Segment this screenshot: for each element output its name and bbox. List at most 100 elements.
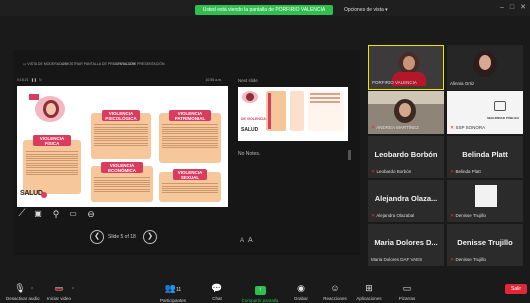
salud-logo: SALUD (20, 190, 43, 204)
thumb-card (290, 91, 304, 131)
share-screen-label: Compartir pantalla (241, 298, 279, 303)
name-tile[interactable]: Leobardo Borbón ✕ Leobardo Borbón (368, 136, 444, 178)
previous-slide-button[interactable]: ❮ (90, 230, 104, 244)
font-increase-icon[interactable]: A (248, 237, 253, 244)
participant-name: PORFIRIO VALENCIA (372, 80, 417, 85)
video-tile[interactable]: SEGURIDAD PÚBLICA ✕ SSP SONORA (447, 91, 523, 134)
next-slide-label: Next slide (238, 78, 258, 83)
woman-illustration (29, 93, 71, 125)
participants-label: Participantes (159, 298, 186, 303)
subtitle-icon[interactable]: ▭ (68, 209, 78, 219)
share-screen-button[interactable]: ↑ Compartir pantalla (236, 283, 284, 303)
view-options-label: Opciones de vista (344, 7, 384, 13)
leave-button[interactable]: Salir (505, 284, 527, 294)
mute-label: Desactivar audio (6, 296, 40, 301)
participant-face (479, 55, 491, 70)
screenshot-icon[interactable]: ▣ (33, 209, 43, 219)
participant-name: ✕ Belinda Platt (450, 169, 481, 175)
current-slide: VIOLENCIA FÍSICA VIOLENCIA PSICOLÓGICA V… (17, 86, 228, 207)
participant-name: ✕ Denisse Trujillo (450, 257, 486, 263)
close-icon[interactable]: ✕ (519, 4, 527, 12)
participant-name-text: SSP SONORA (455, 125, 486, 130)
mic-muted-icon: ✕ (371, 169, 376, 175)
apps-button[interactable]: ⊞ Aplicaciones (352, 283, 386, 301)
apps-label: Aplicaciones (356, 296, 382, 301)
chevron-up-icon[interactable]: ⌃ (30, 287, 34, 293)
video-tile-active[interactable]: PORFIRIO VALENCIA (368, 45, 444, 90)
mic-muted-icon: ✕ (450, 257, 455, 263)
start-video-button[interactable]: ▭ Iniciar video (44, 283, 74, 301)
card-violencia-economica: VIOLENCIA ECONÓMICA (91, 162, 153, 202)
name-tile[interactable]: ✕ Denisse Trujillo (447, 180, 523, 222)
clock: 10:55 a.m. (205, 78, 222, 82)
record-label: Grabar (293, 296, 308, 301)
participant-name: ✕ ANDREA MARTÍNEZ (371, 125, 419, 131)
card-title: VIOLENCIA ECONÓMICA (101, 162, 143, 173)
participant-name: Alinnia Ortiz (450, 81, 475, 86)
record-icon: ◉ (297, 283, 305, 293)
video-off-icon: ▭ (54, 283, 64, 293)
notes-scrollbar[interactable] (348, 150, 351, 160)
thumb-line (310, 97, 340, 99)
next-slide-thumbnail[interactable]: DE VIOLENCIA SALUD (238, 87, 348, 141)
font-decrease-icon[interactable]: A (240, 238, 244, 244)
thumb-logo: SALUD (241, 127, 259, 133)
participant-name-text: Denisse Trujillo (455, 213, 486, 218)
participants-button[interactable]: 👥11 Participantes (156, 283, 190, 303)
participant-avatar (475, 185, 497, 207)
stop-icon: ▭ (114, 62, 118, 66)
maximize-icon[interactable]: □ (508, 4, 516, 12)
thumb-card-bar (268, 93, 271, 129)
end-presentation-button[interactable]: ▭ FINALIZAR PRESENTACIÓN (114, 58, 165, 70)
minimize-icon[interactable]: – (498, 4, 506, 12)
card-title: VIOLENCIA PSICOLÓGICA (102, 110, 140, 121)
card-violencia-sexual: VIOLENCIA SEXUAL (159, 169, 221, 202)
pause-icon[interactable]: ❚❚ (31, 78, 37, 82)
video-tile[interactable]: Alinnia Ortiz (447, 45, 523, 90)
end-presentation-label: FINALIZAR PRESENTACIÓN (118, 62, 165, 66)
seguridad-logo (492, 101, 508, 115)
participant-display-name: Denisse Trujillo (457, 238, 513, 247)
record-button[interactable]: ◉ Grabar (290, 283, 312, 301)
card-title: VIOLENCIA PATRIMONIAL (169, 110, 211, 121)
participant-name-text: Alejandra Olazabal (376, 213, 415, 218)
participant-name: ✕ Denisse Trujillo (450, 213, 486, 219)
reactions-icon: ☺ (330, 283, 340, 293)
participants-icon: 👥11 (164, 283, 182, 293)
zoom-icon[interactable]: ⚲ (51, 209, 61, 219)
name-tile[interactable]: Belinda Platt ✕ Belinda Platt (447, 136, 523, 178)
pen-icon[interactable]: ⟋ (17, 209, 27, 219)
thumb-line (310, 101, 340, 103)
participant-name-text: Leobardo Borbón (376, 169, 412, 174)
logo-mark (41, 192, 47, 198)
apps-icon: ⊞ (365, 283, 373, 293)
card-violencia-fisica: VIOLENCIA FÍSICA (23, 135, 81, 194)
participant-name: Maria Dolores DAF VAES (371, 257, 423, 262)
chevron-down-icon: ▾ (385, 7, 388, 13)
whiteboard-icon: ▭ (402, 283, 412, 293)
start-video-label: Iniciar video (46, 296, 71, 301)
reactions-label: Reacciones (323, 296, 347, 301)
video-tile[interactable]: ✕ ANDREA MARTÍNEZ (368, 91, 444, 134)
next-slide-button[interactable]: ❯ (143, 230, 157, 244)
chat-button[interactable]: 💬 Chat (206, 283, 228, 301)
mic-muted-icon: ✕ (371, 125, 376, 131)
name-tile[interactable]: Alejandra Olaza... ✕ Alejandra Olazabal (368, 180, 444, 222)
reactions-button[interactable]: ☺ Reacciones (318, 283, 352, 301)
more-options-icon[interactable]: ⊖ (86, 209, 96, 219)
name-tile[interactable]: Maria Dolores D... Maria Dolores DAF VAE… (368, 224, 444, 266)
name-tile[interactable]: Denisse Trujillo ✕ Denisse Trujillo (447, 224, 523, 266)
share-screen-icon: ↑ (236, 283, 284, 295)
presenter-toolbar: ▭ VISTA DE MODERADOR ▭ MOSTRAR PANTALLA … (13, 58, 360, 70)
chat-icon: 💬 (211, 283, 223, 293)
participant-display-name: Belinda Platt (462, 150, 508, 159)
slide-counter: Slide 5 of 18 (108, 234, 136, 240)
whiteboard-button[interactable]: ▭ Pizarras (392, 283, 422, 301)
mic-muted-icon: ✕ (450, 125, 455, 131)
participant-face (403, 56, 415, 70)
mic-muted-icon: ✕ (450, 213, 455, 219)
chevron-up-icon[interactable]: ⌃ (71, 287, 75, 293)
reset-icon[interactable]: ↻ (39, 78, 42, 82)
participant-face (399, 103, 411, 117)
view-options-button[interactable]: Opciones de vista ▾ (344, 5, 388, 15)
